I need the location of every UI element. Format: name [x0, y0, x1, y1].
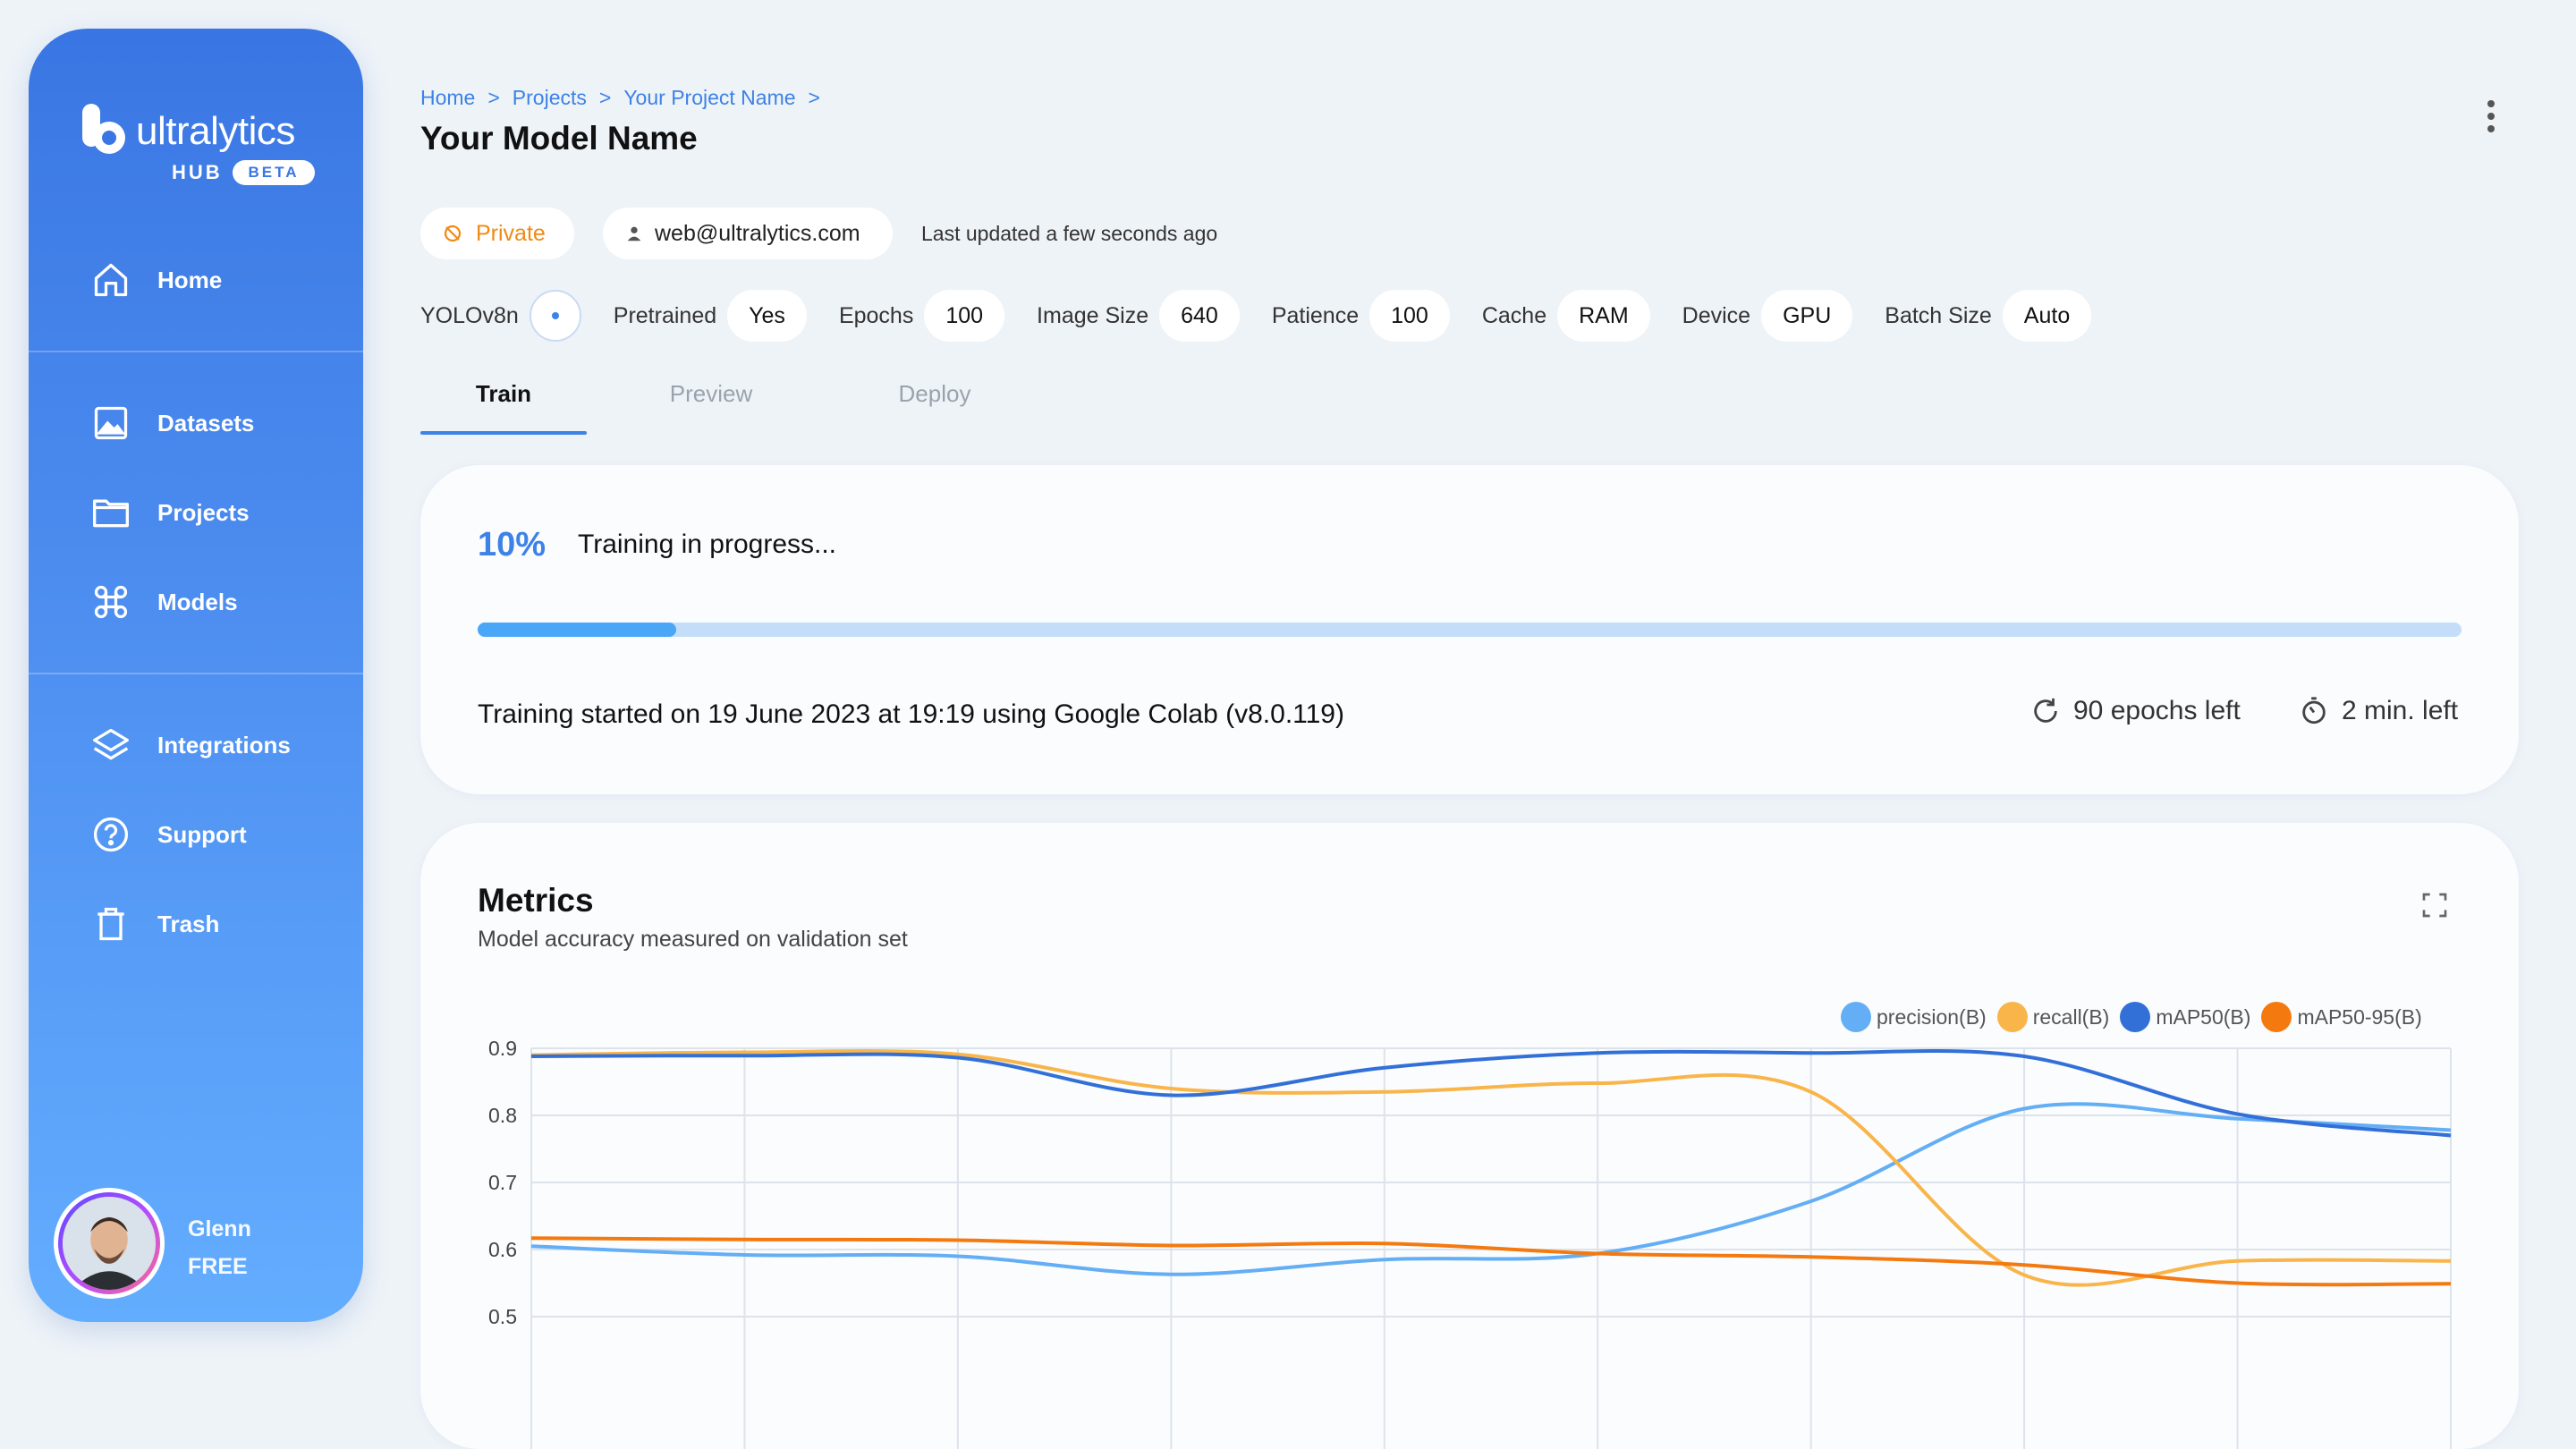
sidebar-item-label: Models — [157, 588, 238, 615]
timer-icon — [2302, 697, 2326, 724]
sidebar-item-label: Datasets — [157, 409, 255, 436]
tab-train[interactable]: Train — [420, 369, 587, 436]
avatar[interactable] — [54, 1188, 165, 1299]
progress-percent: 10% — [478, 526, 547, 564]
cache-value: RAM — [1557, 290, 1650, 342]
sidebar-item-label: Home — [157, 266, 223, 293]
batch-size-value: Auto — [2002, 290, 2092, 342]
sidebar: ultralytics HUB BETA Home Datasets Proje… — [29, 29, 363, 1322]
time-left: 2 min. left — [2299, 696, 2458, 726]
device-value: GPU — [1761, 290, 1853, 342]
metrics-chart: 0.9 0.8 0.7 0.6 0.5 — [488, 1037, 2452, 1449]
sidebar-item-label: Support — [157, 820, 247, 848]
sidebar-item-models[interactable]: Models — [91, 577, 238, 627]
visibility-label: Private — [476, 220, 546, 246]
epochs-left: 90 epochs left — [2030, 696, 2241, 726]
trash-icon — [97, 907, 124, 941]
cache-label: Cache — [1481, 302, 1547, 328]
sidebar-item-label: Trash — [157, 910, 220, 937]
training-params: YOLOv8n Pretrained Yes Epochs 100 Image … — [420, 290, 2123, 342]
model-architecture: YOLOv8n — [420, 302, 519, 328]
sidebar-item-datasets[interactable]: Datasets — [91, 398, 254, 448]
help-circle-icon — [93, 817, 129, 852]
batch-size-label: Batch Size — [1885, 302, 1992, 328]
page-title: Your Model Name — [420, 120, 698, 157]
epochs-left-text: 90 epochs left — [2073, 696, 2241, 725]
model-tabs: Train Preview Deploy — [420, 369, 2513, 436]
y-tick-label: 0.7 — [488, 1171, 517, 1194]
logo-wordmark: ultralytics — [136, 109, 295, 153]
training-progress-card: 10% Training in progress... Training sta… — [420, 465, 2519, 794]
training-started: Training started on 19 June 2023 at 19:1… — [478, 699, 1344, 729]
image-icon — [94, 406, 128, 440]
training-status: Training in progress... — [578, 530, 837, 559]
sidebar-item-label: Projects — [157, 498, 250, 526]
person-icon — [627, 226, 641, 242]
user-profile[interactable]: Glenn FREE — [54, 1188, 322, 1302]
active-tab-indicator — [420, 431, 587, 435]
epochs-value: 100 — [924, 290, 1005, 342]
breadcrumb: Home > Projects > Your Project Name > — [420, 86, 833, 110]
logo-hub: HUB — [172, 161, 223, 183]
command-icon — [94, 585, 128, 619]
y-tick-label: 0.6 — [488, 1238, 517, 1261]
home-icon — [94, 263, 128, 297]
series-line-map50-95b — [530, 1236, 2452, 1287]
pretrained-label: Pretrained — [613, 302, 717, 328]
y-tick-label: 0.9 — [488, 1037, 517, 1060]
user-plan: FREE — [188, 1254, 248, 1279]
tab-deploy[interactable]: Deploy — [868, 369, 1002, 436]
image-size-label: Image Size — [1037, 302, 1149, 328]
avatar-image — [63, 1197, 156, 1290]
y-tick-label: 0.5 — [488, 1305, 517, 1328]
breadcrumb-home[interactable]: Home — [420, 86, 475, 110]
breadcrumb-separator: > — [487, 86, 500, 109]
series-line-map50b — [530, 1048, 2452, 1138]
sidebar-divider — [29, 673, 363, 674]
pretrained-value: Yes — [727, 290, 807, 342]
device-label: Device — [1682, 302, 1751, 328]
time-left-text: 2 min. left — [2342, 696, 2459, 725]
more-options-icon[interactable] — [2478, 100, 2504, 140]
sidebar-item-label: Integrations — [157, 731, 291, 758]
ultralytics-logo-icon — [82, 104, 125, 154]
layers-icon — [93, 728, 129, 760]
user-name: Glenn — [188, 1216, 251, 1241]
sidebar-item-projects[interactable]: Projects — [91, 487, 250, 538]
breadcrumb-separator: > — [808, 86, 820, 109]
epochs-label: Epochs — [838, 302, 914, 328]
ultralytics-hub-logo[interactable]: ultralytics HUB BETA — [82, 77, 315, 193]
y-tick-label: 0.8 — [488, 1104, 517, 1127]
breadcrumb-projects[interactable]: Projects — [513, 86, 587, 110]
model-status-indicator[interactable] — [529, 290, 581, 342]
sidebar-item-home[interactable]: Home — [91, 255, 222, 305]
patience-label: Patience — [1271, 302, 1360, 328]
patience-value: 100 — [1369, 290, 1450, 342]
last-updated: Last updated a few seconds ago — [921, 222, 1218, 245]
sidebar-divider — [29, 351, 363, 352]
sidebar-item-support[interactable]: Support — [91, 809, 247, 860]
breadcrumb-separator: > — [598, 86, 612, 109]
tab-preview[interactable]: Preview — [644, 369, 778, 436]
image-size-value: 640 — [1159, 290, 1240, 342]
refresh-icon — [2034, 698, 2057, 723]
avatar-ring — [58, 1192, 160, 1294]
owner-chip[interactable]: web@ultralytics.com — [603, 208, 893, 259]
progress-bar — [478, 623, 2462, 637]
owner-email: web@ultralytics.com — [655, 220, 860, 246]
beta-badge: BETA — [233, 160, 315, 185]
sidebar-item-integrations[interactable]: Integrations — [91, 720, 291, 770]
metrics-card: Metrics Model accuracy measured on valid… — [420, 823, 2519, 1449]
sidebar-item-trash[interactable]: Trash — [91, 899, 219, 949]
visibility-off-icon — [444, 225, 462, 242]
breadcrumb-project[interactable]: Your Project Name — [623, 86, 795, 110]
folder-icon — [93, 499, 129, 528]
progress-bar-fill — [478, 623, 676, 637]
visibility-chip[interactable]: Private — [420, 208, 574, 259]
